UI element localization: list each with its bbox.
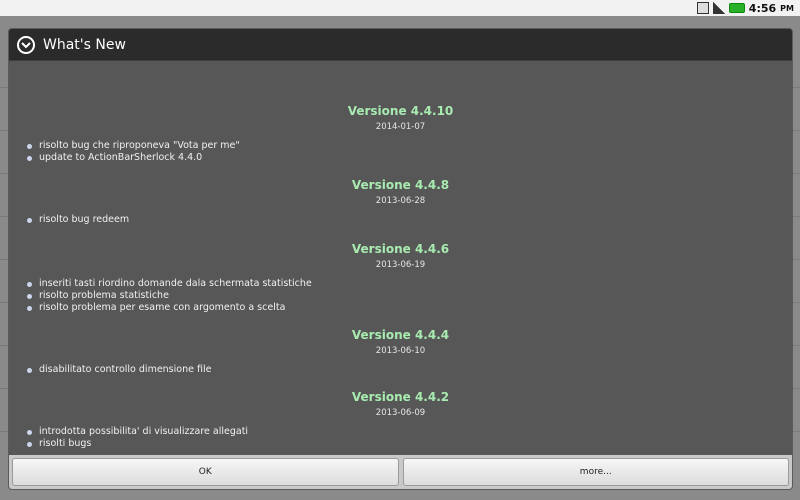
change-list: inseriti tasti riordino domande dala sch… bbox=[9, 278, 792, 314]
release-entry: Versione 4.4.4 2013-06-10 disabilitato con… bbox=[9, 327, 792, 376]
change-list: risolto bug redeem bbox=[9, 214, 792, 226]
release-date: 2013-06-09 bbox=[375, 408, 426, 418]
battery-icon bbox=[728, 3, 745, 13]
change-item: update to ActionBarSherlock 4.4.0 bbox=[27, 152, 792, 164]
change-item: risolto bug redeem bbox=[27, 214, 792, 226]
usb-debug-icon bbox=[696, 2, 709, 14]
release-version: Versione 4.4.6 bbox=[351, 242, 450, 256]
signal-icon bbox=[712, 2, 725, 14]
change-item: risolto problema statistiche bbox=[27, 290, 792, 302]
release-version: Versione 4.4.8 bbox=[351, 178, 450, 192]
release-version: Versione 4.4.2 bbox=[351, 390, 450, 404]
change-item: introdotta possibilita' di visualizzare … bbox=[27, 426, 792, 438]
chevron-down-circle-icon bbox=[17, 35, 35, 54]
release-entry: Versione 4.4.2 2013-06-09 introdotta possi… bbox=[9, 389, 792, 450]
dialog-header: What's New bbox=[9, 29, 792, 61]
dialog-title: What's New bbox=[43, 36, 126, 53]
change-list: introdotta possibilita' di visualizzare … bbox=[9, 426, 792, 450]
release-version: Versione 4.4.10 bbox=[347, 104, 454, 118]
change-list: risolto bug che riproponeva "Vota per me… bbox=[9, 140, 792, 164]
release-date: 2013-06-28 bbox=[375, 196, 426, 206]
clock-ampm: PM bbox=[780, 3, 794, 13]
change-list: disabilitato controllo dimensione file bbox=[9, 364, 792, 376]
dialog-footer: OK more... bbox=[9, 455, 792, 489]
clock-time: 4:56 bbox=[748, 1, 777, 15]
changelog-list[interactable]: Versione 4.4.10 2014-01-07 risolto bug che… bbox=[9, 61, 792, 455]
release-date: 2013-06-10 bbox=[375, 346, 426, 356]
release-entry: Versione 4.4.8 2013-06-28 risolto bug rede… bbox=[9, 177, 792, 226]
release-date: 2014-01-07 bbox=[375, 122, 426, 132]
release-entry: Versione 4.4.10 2014-01-07 risolto bug che… bbox=[9, 103, 792, 164]
release-date: 2013-06-19 bbox=[375, 260, 426, 270]
release-version: Versione 4.4.4 bbox=[351, 328, 450, 342]
change-item: inseriti tasti riordino domande dala sch… bbox=[27, 278, 792, 290]
change-item: disabilitato controllo dimensione file bbox=[27, 364, 792, 376]
change-item: risolti bugs bbox=[27, 438, 792, 450]
status-bar: 4:56 PM bbox=[0, 0, 800, 16]
change-item: risolto problema per esame con argomento… bbox=[27, 302, 792, 314]
ok-button[interactable]: OK bbox=[12, 458, 399, 486]
whats-new-dialog: What's New Versione 4.4.10 2014-01-07 riso… bbox=[8, 28, 793, 490]
change-item: risolto bug che riproponeva "Vota per me… bbox=[27, 140, 792, 152]
more-button[interactable]: more... bbox=[402, 458, 789, 486]
release-entry: Versione 4.4.6 2013-06-19 inseriti tasti r… bbox=[9, 241, 792, 314]
